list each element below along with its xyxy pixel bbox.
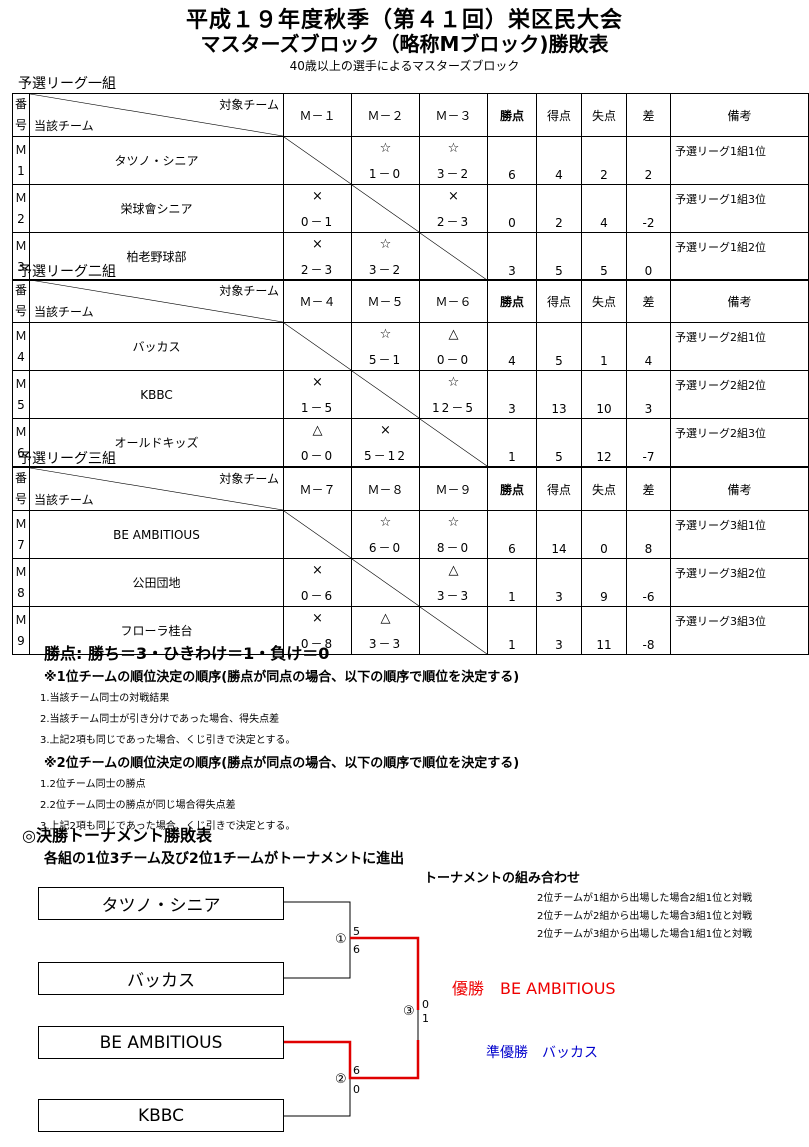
match-label: ③ — [403, 1004, 415, 1019]
winner-line — [350, 936, 420, 1010]
match-score: 1 — [422, 1012, 429, 1025]
tournament-team: BE AMBITIOUS — [38, 1026, 284, 1059]
tournament-team: バッカス — [38, 962, 284, 995]
match-score: 6 — [353, 1064, 360, 1077]
champion-label: 優勝 BE AMBITIOUS — [452, 979, 616, 998]
runner-up-label: 準優勝 バッカス — [486, 1045, 598, 1061]
winner-line — [282, 1040, 420, 1080]
tournament-team: タツノ・シニア — [38, 887, 284, 920]
match-label: ② — [335, 1072, 347, 1087]
match-score: 6 — [353, 943, 360, 956]
match-score: 5 — [353, 925, 360, 938]
match-score: 0 — [353, 1083, 360, 1096]
tournament-team: KBBC — [38, 1099, 284, 1132]
match-label: ① — [335, 932, 347, 947]
match-score: 0 — [422, 998, 429, 1011]
